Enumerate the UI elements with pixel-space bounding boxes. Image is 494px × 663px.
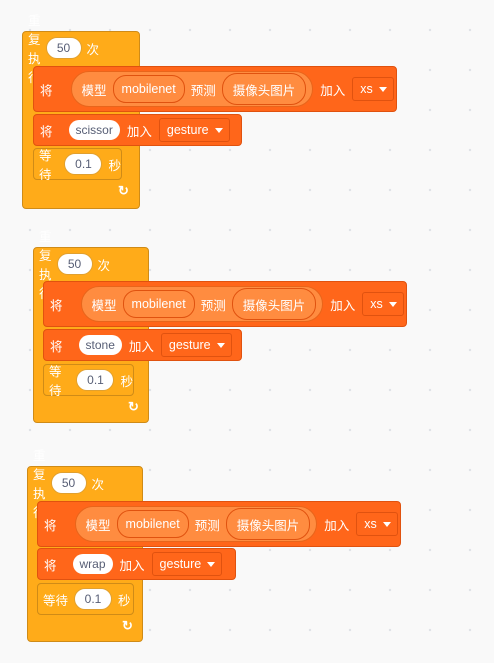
loop-arrow-icon: ↻	[128, 399, 139, 414]
repeat-unit: 次	[97, 258, 111, 273]
label-put-label: 将	[44, 558, 57, 573]
chevron-down-icon	[388, 301, 397, 307]
wait-unit: 秒	[118, 593, 131, 608]
label-add-block[interactable]: 将 stone 加入 gesture	[43, 329, 242, 361]
model-name-slot[interactable]: mobilenet	[116, 510, 189, 538]
label-value-input[interactable]: wrap	[72, 554, 113, 574]
ml-put-label: 将	[44, 518, 57, 533]
repeat-count-input[interactable]: 50	[50, 472, 87, 494]
label-list-dropdown[interactable]: gesture	[151, 552, 223, 576]
label-put-label: 将	[50, 339, 63, 354]
label-list-value: gesture	[159, 557, 202, 571]
model-label: 模型	[91, 298, 117, 313]
model-predict-reporter[interactable]: 模型 mobilenet 预测 摄像头图片	[80, 286, 324, 322]
wait-block[interactable]: 等待 0.1 秒	[33, 148, 122, 182]
label-add-label: 加入	[119, 558, 145, 573]
chevron-down-icon	[214, 127, 223, 133]
repeat-count-input[interactable]: 50	[45, 37, 82, 59]
repeat-count-input[interactable]: 50	[56, 253, 93, 275]
wait-seconds-input[interactable]: 0.1	[74, 588, 113, 610]
camera-image-reporter[interactable]: 摄像头图片	[225, 508, 311, 540]
chevron-down-icon	[378, 86, 387, 92]
repeat-header: 重复执行 50 次	[33, 449, 105, 520]
ml-put-label: 将	[50, 298, 63, 313]
label-add-label: 加入	[128, 339, 154, 354]
label-add-label: 加入	[126, 124, 152, 139]
camera-image-reporter[interactable]: 摄像头图片	[221, 73, 307, 105]
ml-list-dropdown[interactable]: xs	[356, 512, 398, 536]
label-value-input[interactable]: stone	[78, 335, 122, 355]
wait-block[interactable]: 等待 0.1 秒	[37, 583, 134, 615]
model-predict-reporter[interactable]: 模型 mobilenet 预测 摄像头图片	[70, 71, 314, 107]
model-name-slot[interactable]: mobilenet	[122, 290, 195, 318]
repeat-header: 重复执行 50 次	[39, 230, 111, 301]
wait-label: 等待	[43, 593, 69, 608]
model-predict-reporter[interactable]: 模型 mobilenet 预测 摄像头图片	[74, 506, 318, 542]
chevron-down-icon	[382, 521, 391, 527]
ml-list-value: xs	[364, 517, 377, 531]
ml-add-label: 加入	[320, 83, 346, 98]
wait-unit: 秒	[120, 374, 133, 389]
ml-list-dropdown[interactable]: xs	[352, 77, 394, 101]
label-list-dropdown[interactable]: gesture	[160, 333, 232, 357]
wait-label: 等待	[39, 149, 52, 182]
label-add-block[interactable]: 将 scissor 加入 gesture	[33, 114, 242, 146]
ml-add-example-block[interactable]: 将 模型 mobilenet 预测 摄像头图片 加入 xs	[37, 501, 401, 547]
loop-arrow-icon: ↻	[122, 618, 133, 633]
ml-add-label: 加入	[330, 298, 356, 313]
wait-seconds-input[interactable]: 0.1	[64, 153, 103, 175]
predict-label: 预测	[190, 83, 216, 98]
wait-unit: 秒	[108, 158, 121, 173]
label-add-block[interactable]: 将 wrap 加入 gesture	[37, 548, 236, 580]
repeat-header: 重复执行 50 次	[28, 14, 100, 85]
label-list-value: gesture	[166, 123, 209, 137]
ml-put-label: 将	[40, 83, 53, 98]
ml-add-example-block[interactable]: 将 模型 mobilenet 预测 摄像头图片 加入 xs	[43, 281, 407, 327]
wait-block[interactable]: 等待 0.1 秒	[43, 364, 134, 398]
repeat-unit: 次	[86, 42, 100, 57]
chevron-down-icon	[216, 342, 225, 348]
model-label: 模型	[85, 518, 111, 533]
predict-label: 预测	[194, 518, 220, 533]
predict-label: 预测	[200, 298, 226, 313]
label-value-input[interactable]: scissor	[68, 120, 120, 140]
wait-seconds-input[interactable]: 0.1	[76, 369, 115, 391]
wait-label: 等待	[49, 365, 62, 398]
model-name-slot[interactable]: mobilenet	[112, 75, 185, 103]
chevron-down-icon	[207, 561, 216, 567]
ml-add-example-block[interactable]: 将 模型 mobilenet 预测 摄像头图片 加入 xs	[33, 66, 397, 112]
label-list-dropdown[interactable]: gesture	[158, 118, 230, 142]
repeat-unit: 次	[91, 477, 105, 492]
ml-list-dropdown[interactable]: xs	[362, 292, 404, 316]
camera-image-reporter[interactable]: 摄像头图片	[231, 288, 317, 320]
ml-list-value: xs	[360, 82, 373, 96]
loop-arrow-icon: ↻	[118, 183, 129, 198]
label-list-value: gesture	[168, 338, 211, 352]
ml-add-label: 加入	[324, 518, 350, 533]
label-put-label: 将	[40, 124, 53, 139]
model-label: 模型	[81, 83, 107, 98]
ml-list-value: xs	[370, 297, 383, 311]
